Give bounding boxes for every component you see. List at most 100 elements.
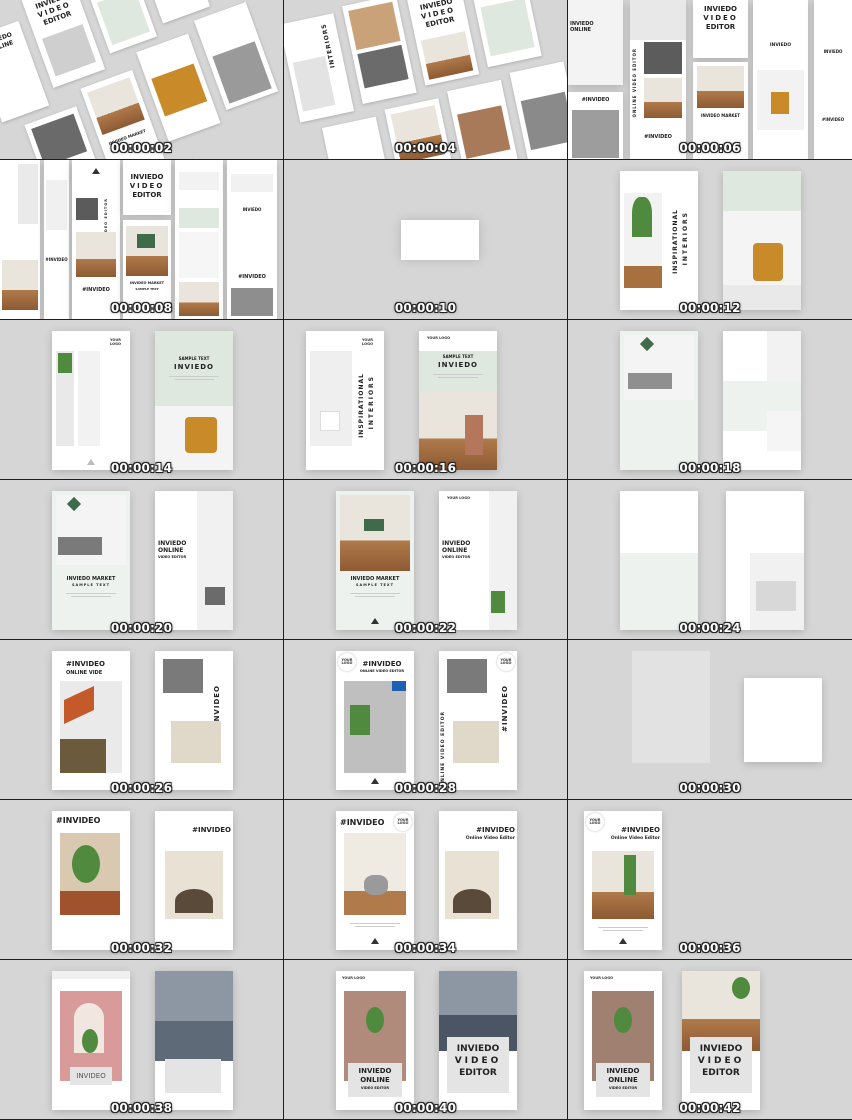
frame-cell[interactable]: YOUR LOGO #INVIDEO Online Video Editor 0… — [568, 800, 852, 959]
frame-cell[interactable]: #INVIDEO ONLINE VIDEO EDITOR #INVIDEO IN… — [0, 160, 283, 319]
photo — [357, 44, 409, 89]
story-card: #INVIDEO — [155, 811, 233, 950]
story-card: YOUR LOGO — [52, 331, 130, 470]
card-title: EDITOR — [459, 1068, 497, 1078]
card-title: SAMPLE TEXT — [135, 287, 159, 291]
card-title: ONLINE — [570, 27, 592, 33]
photo — [480, 0, 535, 57]
photo — [205, 587, 225, 605]
photo — [632, 197, 652, 237]
frame-cell[interactable]: #INVIDEO #INVIDEO 00:00:32 — [0, 800, 283, 959]
card-title: VIDEO EDITOR — [608, 1086, 638, 1090]
photo — [185, 417, 217, 453]
card-title: INTERIORS — [368, 375, 375, 430]
photo — [137, 234, 155, 248]
photo — [453, 889, 491, 913]
photo — [453, 721, 499, 763]
photo — [76, 198, 98, 220]
frame-cell[interactable]: 00:00:10 — [284, 160, 567, 319]
photo — [364, 519, 384, 531]
your-logo: YOUR LOGO — [447, 496, 471, 500]
story-card: INVIEDO VIDEO EDITOR — [404, 0, 480, 86]
story-card — [342, 0, 417, 105]
story-card: INVIEDO MARKET SAMPLE TEXT — [336, 491, 414, 630]
photo — [179, 172, 219, 190]
story-card — [620, 331, 698, 470]
story-card: YOUR LOGO #INVIDEO ONLINE VIDEO EDITOR — [439, 651, 517, 790]
frame-cell[interactable]: YOUR LOGO #INVIDEO #INVIDEO Online Video… — [284, 800, 567, 959]
triangle-icon — [371, 618, 379, 624]
card-title: ONLINE VIDEO EDITOR — [632, 48, 637, 118]
timestamp: 00:00:30 — [679, 781, 741, 795]
frame-cell[interactable]: INVIDEO 00:00:38 — [0, 960, 283, 1119]
frame-cell[interactable]: 00:00:30 — [568, 640, 852, 799]
card-title: SAMPLE TEXT — [72, 583, 110, 587]
story-card: INVIEDO #INVIDEO — [227, 160, 277, 319]
photo — [592, 851, 654, 919]
timestamp: 00:00:06 — [679, 141, 741, 155]
frame-cell[interactable]: #INVIDEO ONLINE VIDE INVIDEO 00:00:26 — [0, 640, 283, 799]
photo — [753, 243, 783, 281]
frame-cell[interactable]: INVIEDO MARKET SAMPLE TEXT YOUR LOGO INV… — [284, 480, 567, 639]
card-title: #INVIDEO — [238, 274, 266, 280]
frame-cell[interactable]: YOUR LOGO INVIEDO ONLINE VIDEO EDITOR YO… — [284, 960, 567, 1119]
story-card: INVIEDO #INVIDEO — [814, 0, 852, 159]
photo — [46, 180, 67, 230]
card-title: #INVIDEO — [621, 826, 660, 834]
timestamp: 00:00:36 — [679, 941, 741, 955]
card-title: EDITOR — [702, 1068, 740, 1078]
story-card — [723, 171, 801, 310]
card-title: INVIEDO — [606, 1067, 640, 1075]
timestamp: 00:00:14 — [110, 461, 173, 475]
story-card: YOUR LOGO #INVIDEO Online Video Editor — [584, 811, 662, 950]
card-title: INVIEDO — [437, 361, 479, 369]
timestamp: 00:00:10 — [394, 301, 457, 315]
photo — [165, 1059, 221, 1093]
photo — [163, 659, 203, 693]
timestamp: 00:00:02 — [110, 141, 173, 155]
card-title: INVIEDO — [173, 363, 215, 371]
your-logo: YOUR LOGO — [586, 813, 604, 831]
body-text — [66, 591, 116, 599]
frame-cell[interactable]: INSPIRATIONAL INTERIORS 00:00:12 — [568, 160, 852, 319]
story-card: INVIEDO VIDEO EDITOR — [693, 0, 748, 58]
card-title: ONLINE — [608, 1076, 638, 1084]
frame-cell[interactable]: INTERIORS INVIEDO VIDEO EDITOR #INVIDEO — [284, 0, 567, 159]
frame-cell[interactable]: YOUR LOGO #INVIDEO ONLINE VIDEO EDITOR Y… — [284, 640, 567, 799]
story-card: ONLINE VIDEO EDITOR #INVIDEO — [630, 0, 686, 159]
frame-cell[interactable]: YOUR LOGO INSPIRATIONAL INTERIORS YOUR L… — [284, 320, 567, 479]
frame-cell[interactable]: 00:00:18 — [568, 320, 852, 479]
photo — [465, 415, 483, 455]
frame-cell[interactable]: YOUR LOGO SAMPLE TEXT INVIEDO 00:00:14 — [0, 320, 283, 479]
photo — [179, 232, 219, 278]
story-card: INVIEDO ONLINE — [568, 0, 623, 85]
story-card: ONLINE VIDEO EDITOR #INVIDEO — [72, 160, 120, 319]
story-card — [447, 79, 522, 159]
frame-cell[interactable]: INVIEDO ONLINE #INVIDEO ONLINE VIDEO EDI… — [568, 0, 852, 159]
photo — [366, 1007, 384, 1033]
story-card: #INVIDEO — [52, 811, 130, 950]
timestamp: 00:00:12 — [679, 301, 741, 315]
card-title: #INVIDEO — [476, 826, 515, 834]
photo — [419, 391, 497, 470]
body-text — [350, 591, 400, 599]
photo — [310, 351, 352, 446]
photo — [76, 232, 116, 277]
card-title: INVIEDO — [456, 1044, 500, 1054]
frame-cell[interactable]: INVIEDO ONLINE INVIEDO VIDEO EDITOR INVI… — [0, 0, 283, 159]
card-title: INVIEDO — [242, 207, 262, 212]
photo — [644, 78, 682, 118]
frame-cell[interactable]: INVIEDO MARKET SAMPLE TEXT INVIEDO ONLIN… — [0, 480, 283, 639]
frame-cell[interactable]: YOUR LOGO INVIEDO ONLINE VIDEO EDITOR YO… — [568, 960, 852, 1119]
photo — [97, 0, 150, 46]
your-logo: YOUR LOGO — [497, 653, 515, 671]
body-text — [350, 921, 400, 929]
photo — [392, 681, 406, 691]
story-card: #INVIDEO — [44, 160, 69, 319]
card-title: ONLINE — [158, 547, 184, 554]
body-text — [598, 925, 648, 933]
photo — [340, 495, 410, 571]
photo — [212, 41, 272, 104]
frame-cell[interactable]: 00:00:24 — [568, 480, 852, 639]
story-card: SAMPLE TEXT INVIEDO — [155, 331, 233, 470]
